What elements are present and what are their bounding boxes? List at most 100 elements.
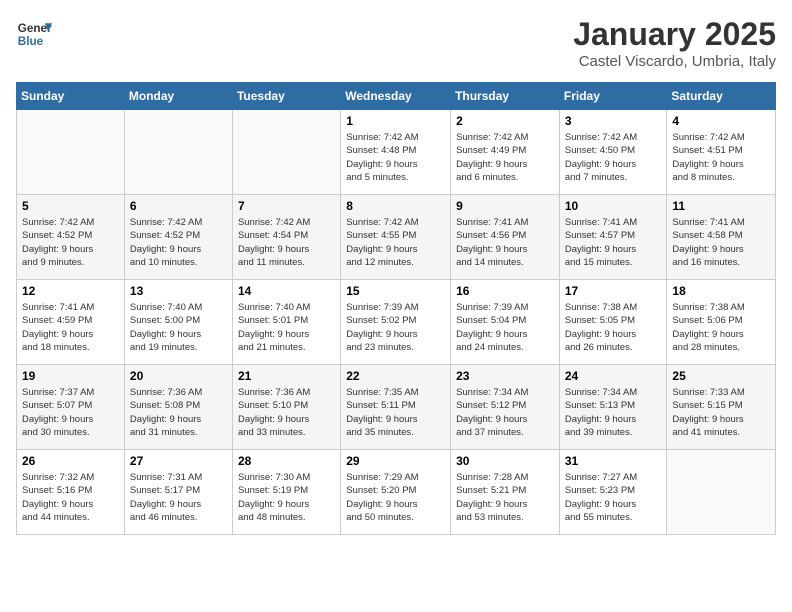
day-number: 15 (346, 284, 445, 298)
calendar-cell: 19Sunrise: 7:37 AM Sunset: 5:07 PM Dayli… (17, 365, 125, 450)
calendar-cell: 6 Sunrise: 7:42 AM Sunset: 4:52 PM Daylig… (124, 195, 232, 280)
week-row-3: 12 Sunrise: 7:41 AM Sunset: 4:59 PM Dayli… (17, 280, 776, 365)
day-info: Sunrise: 7:42 AM Sunset: 4:48 PM Dayligh… (346, 131, 445, 184)
calendar-cell (17, 110, 125, 195)
day-info: Sunrise: 7:39 AM Sunset: 5:02 PM Dayligh… (346, 301, 445, 354)
calendar-cell: 25 Sunrise: 7:33 AM Sunset: 5:15 PM Dayli… (667, 365, 776, 450)
calendar-cell: 1 Sunrise: 7:42 AM Sunset: 4:48 PM Daylig… (341, 110, 451, 195)
logo-icon: General Blue (16, 16, 52, 52)
calendar-cell: 24 Sunrise: 7:34 AM Sunset: 5:13 PM Dayli… (559, 365, 667, 450)
day-info: Sunrise: 7:32 AM Sunset: 5:16 PM Dayligh… (22, 471, 119, 524)
weekday-header-monday: Monday (124, 83, 232, 110)
day-number: 14 (238, 284, 335, 298)
week-row-5: 26 Sunrise: 7:32 AM Sunset: 5:16 PM Dayli… (17, 450, 776, 535)
day-number: 24 (565, 369, 662, 383)
day-info: Sunrise: 7:42 AM Sunset: 4:52 PM Dayligh… (130, 216, 227, 269)
svg-text:Blue: Blue (18, 35, 44, 48)
day-info: Sunrise: 7:41 AM Sunset: 4:58 PM Dayligh… (672, 216, 770, 269)
day-info: Sunrise: 7:41 AM Sunset: 4:59 PM Dayligh… (22, 301, 119, 354)
week-row-1: 1 Sunrise: 7:42 AM Sunset: 4:48 PM Daylig… (17, 110, 776, 195)
calendar-cell: 14Sunrise: 7:40 AM Sunset: 5:01 PM Dayli… (232, 280, 340, 365)
calendar-cell: 28 Sunrise: 7:30 AM Sunset: 5:19 PM Dayli… (232, 450, 340, 535)
day-number: 16 (456, 284, 554, 298)
day-number: 18 (672, 284, 770, 298)
calendar-cell: 18 Sunrise: 7:38 AM Sunset: 5:06 PM Dayli… (667, 280, 776, 365)
day-number: 5 (22, 199, 119, 213)
day-info: Sunrise: 7:34 AM Sunset: 5:12 PM Dayligh… (456, 386, 554, 439)
week-row-2: 5 Sunrise: 7:42 AM Sunset: 4:52 PM Daylig… (17, 195, 776, 280)
day-info: Sunrise: 7:33 AM Sunset: 5:15 PM Dayligh… (672, 386, 770, 439)
day-number: 2 (456, 114, 554, 128)
day-number: 28 (238, 454, 335, 468)
calendar-cell: 8 Sunrise: 7:42 AM Sunset: 4:55 PM Daylig… (341, 195, 451, 280)
day-number: 23 (456, 369, 554, 383)
day-number: 12 (22, 284, 119, 298)
calendar-cell: 5 Sunrise: 7:42 AM Sunset: 4:52 PM Daylig… (17, 195, 125, 280)
calendar-cell: 11 Sunrise: 7:41 AM Sunset: 4:58 PM Dayli… (667, 195, 776, 280)
calendar-cell (667, 450, 776, 535)
calendar-cell: 27 Sunrise: 7:31 AM Sunset: 5:17 PM Dayli… (124, 450, 232, 535)
day-number: 27 (130, 454, 227, 468)
weekday-header-wednesday: Wednesday (341, 83, 451, 110)
day-info: Sunrise: 7:31 AM Sunset: 5:17 PM Dayligh… (130, 471, 227, 524)
day-info: Sunrise: 7:29 AM Sunset: 5:20 PM Dayligh… (346, 471, 445, 524)
calendar-table: SundayMondayTuesdayWednesdayThursdayFrid… (16, 82, 776, 535)
day-info: Sunrise: 7:34 AM Sunset: 5:13 PM Dayligh… (565, 386, 662, 439)
weekday-header-row: SundayMondayTuesdayWednesdayThursdayFrid… (17, 83, 776, 110)
day-number: 26 (22, 454, 119, 468)
day-number: 13 (130, 284, 227, 298)
weekday-header-thursday: Thursday (451, 83, 560, 110)
day-number: 6 (130, 199, 227, 213)
day-info: Sunrise: 7:38 AM Sunset: 5:05 PM Dayligh… (565, 301, 662, 354)
day-info: Sunrise: 7:30 AM Sunset: 5:19 PM Dayligh… (238, 471, 335, 524)
day-number: 30 (456, 454, 554, 468)
day-info: Sunrise: 7:42 AM Sunset: 4:52 PM Dayligh… (22, 216, 119, 269)
calendar-cell: 29 Sunrise: 7:29 AM Sunset: 5:20 PM Dayli… (341, 450, 451, 535)
day-info: Sunrise: 7:42 AM Sunset: 4:55 PM Dayligh… (346, 216, 445, 269)
day-number: 11 (672, 199, 770, 213)
calendar-cell: 17 Sunrise: 7:38 AM Sunset: 5:05 PM Dayli… (559, 280, 667, 365)
calendar-cell (124, 110, 232, 195)
day-info: Sunrise: 7:41 AM Sunset: 4:56 PM Dayligh… (456, 216, 554, 269)
day-number: 22 (346, 369, 445, 383)
weekday-header-saturday: Saturday (667, 83, 776, 110)
day-info: Sunrise: 7:36 AM Sunset: 5:08 PM Dayligh… (130, 386, 227, 439)
day-info: Sunrise: 7:42 AM Sunset: 4:54 PM Dayligh… (238, 216, 335, 269)
day-number: 25 (672, 369, 770, 383)
logo: General Blue (16, 16, 52, 52)
weekday-header-friday: Friday (559, 83, 667, 110)
day-number: 17 (565, 284, 662, 298)
calendar-cell: 15 Sunrise: 7:39 AM Sunset: 5:02 PM Dayli… (341, 280, 451, 365)
day-number: 10 (565, 199, 662, 213)
day-number: 8 (346, 199, 445, 213)
day-number: 19 (22, 369, 119, 383)
calendar-cell: 4 Sunrise: 7:42 AM Sunset: 4:51 PM Daylig… (667, 110, 776, 195)
calendar-cell: 7Sunrise: 7:42 AM Sunset: 4:54 PM Daylig… (232, 195, 340, 280)
day-info: Sunrise: 7:42 AM Sunset: 4:51 PM Dayligh… (672, 131, 770, 184)
calendar-cell: 23 Sunrise: 7:34 AM Sunset: 5:12 PM Dayli… (451, 365, 560, 450)
calendar-cell: 10Sunrise: 7:41 AM Sunset: 4:57 PM Dayli… (559, 195, 667, 280)
day-info: Sunrise: 7:39 AM Sunset: 5:04 PM Dayligh… (456, 301, 554, 354)
day-info: Sunrise: 7:35 AM Sunset: 5:11 PM Dayligh… (346, 386, 445, 439)
day-info: Sunrise: 7:27 AM Sunset: 5:23 PM Dayligh… (565, 471, 662, 524)
day-info: Sunrise: 7:36 AM Sunset: 5:10 PM Dayligh… (238, 386, 335, 439)
day-number: 29 (346, 454, 445, 468)
calendar-cell: 31Sunrise: 7:27 AM Sunset: 5:23 PM Dayli… (559, 450, 667, 535)
day-number: 4 (672, 114, 770, 128)
day-info: Sunrise: 7:40 AM Sunset: 5:00 PM Dayligh… (130, 301, 227, 354)
title-area: January 2025 Castel Viscardo, Umbria, It… (573, 16, 776, 70)
calendar-cell: 16 Sunrise: 7:39 AM Sunset: 5:04 PM Dayli… (451, 280, 560, 365)
day-number: 1 (346, 114, 445, 128)
calendar-cell: 2 Sunrise: 7:42 AM Sunset: 4:49 PM Daylig… (451, 110, 560, 195)
day-number: 9 (456, 199, 554, 213)
day-info: Sunrise: 7:38 AM Sunset: 5:06 PM Dayligh… (672, 301, 770, 354)
day-info: Sunrise: 7:42 AM Sunset: 4:49 PM Dayligh… (456, 131, 554, 184)
month-title: January 2025 (573, 16, 776, 53)
calendar-cell: 21Sunrise: 7:36 AM Sunset: 5:10 PM Dayli… (232, 365, 340, 450)
day-number: 3 (565, 114, 662, 128)
calendar-cell: 9 Sunrise: 7:41 AM Sunset: 4:56 PM Daylig… (451, 195, 560, 280)
calendar-cell: 30Sunrise: 7:28 AM Sunset: 5:21 PM Dayli… (451, 450, 560, 535)
calendar-cell (232, 110, 340, 195)
day-number: 20 (130, 369, 227, 383)
day-info: Sunrise: 7:42 AM Sunset: 4:50 PM Dayligh… (565, 131, 662, 184)
